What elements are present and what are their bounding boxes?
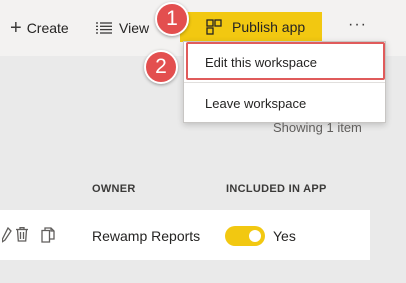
create-label: Create (26, 20, 69, 36)
menu-item-label: Leave workspace (205, 96, 307, 111)
view-button[interactable]: View (96, 14, 149, 42)
table-row: Rewamp Reports Yes (0, 210, 370, 260)
column-header-included-in-app: INCLUDED IN APP (226, 183, 327, 195)
included-in-app-value: Yes (273, 228, 296, 244)
copy-icon[interactable] (41, 227, 55, 243)
annotation-highlight-box (186, 42, 385, 80)
step-callout-2: 2 (144, 50, 178, 84)
column-header-owner: OWNER (92, 183, 136, 195)
delete-icon[interactable] (16, 227, 28, 242)
publish-app-icon (206, 19, 222, 35)
menu-item-leave-workspace[interactable]: Leave workspace (184, 87, 385, 121)
view-label: View (119, 20, 150, 36)
list-view-icon (96, 22, 112, 34)
plus-icon: + (10, 17, 22, 39)
publish-app-label: Publish app (232, 19, 306, 35)
edit-icon[interactable] (2, 227, 12, 243)
publish-app-button[interactable]: Publish app (180, 12, 322, 42)
menu-divider (184, 82, 385, 83)
toggle-knob (249, 230, 261, 242)
create-button[interactable]: + Create (10, 14, 69, 42)
owner-value: Rewamp Reports (92, 228, 201, 244)
item-count-label: Showing 1 item (273, 120, 362, 135)
more-icon[interactable]: ··· (348, 16, 367, 34)
included-in-app-toggle[interactable] (225, 226, 265, 246)
step-callout-1: 1 (155, 2, 189, 36)
